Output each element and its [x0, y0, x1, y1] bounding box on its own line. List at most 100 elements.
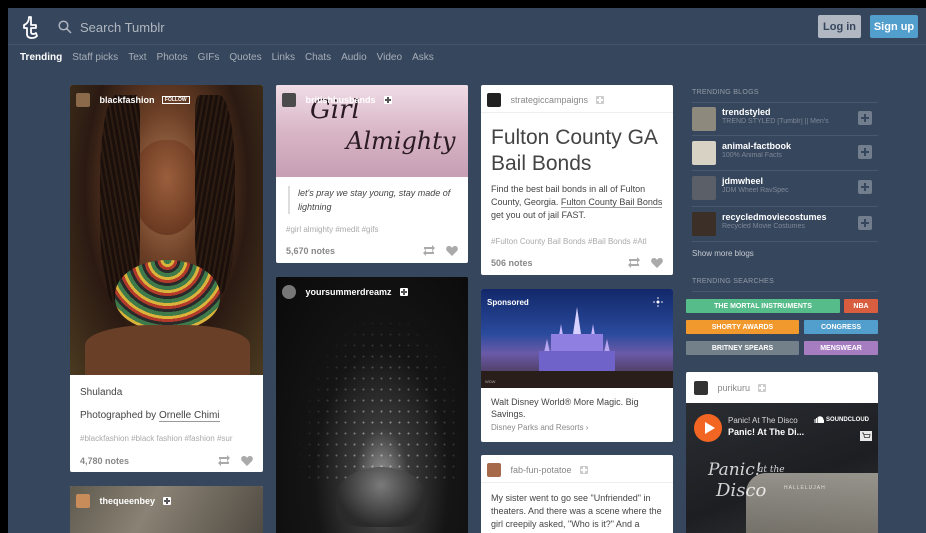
- portrait-hair-right: [195, 95, 235, 295]
- login-button[interactable]: Log in: [818, 15, 861, 38]
- blog-avatar[interactable]: [692, 176, 716, 200]
- search-chip-nba[interactable]: NBA: [844, 299, 878, 313]
- trending-blog-animal-factbook[interactable]: animal-factbook 100% Animal Facts: [692, 138, 878, 168]
- blog-title[interactable]: recycledmoviecostumes: [722, 212, 827, 222]
- post-gif[interactable]: [276, 277, 468, 533]
- reblog-icon[interactable]: [217, 455, 231, 466]
- track-title[interactable]: Panic! At The Di...: [728, 427, 804, 437]
- divider: [481, 112, 673, 113]
- follow-plus-icon[interactable]: [596, 95, 605, 104]
- blog-name[interactable]: blackfashion: [99, 95, 154, 105]
- search-input[interactable]: [80, 19, 340, 35]
- avatar[interactable]: [76, 493, 90, 508]
- tab-links[interactable]: Links: [272, 52, 295, 63]
- notes-count[interactable]: 5,670 notes: [286, 246, 422, 256]
- show-more-blogs-link[interactable]: Show more blogs: [692, 249, 754, 258]
- cart-icon[interactable]: [860, 431, 872, 441]
- heart-icon[interactable]: [651, 257, 663, 268]
- post-purikuru: purikuru Panic! at the Disco HALLELUJAH …: [686, 372, 878, 533]
- follow-blog-button[interactable]: [858, 180, 872, 194]
- follow-plus-icon[interactable]: [163, 496, 172, 505]
- credit-link[interactable]: Ornelle Chimi: [158, 410, 220, 422]
- divider: [692, 170, 878, 171]
- avatar[interactable]: [487, 462, 501, 477]
- play-button-icon[interactable]: [694, 414, 722, 442]
- post-footer: 5,670 notes: [286, 245, 458, 256]
- search-chip-britney-spears[interactable]: BRITNEY SPEARS: [686, 341, 799, 355]
- blog-title[interactable]: trendstyled: [722, 107, 771, 117]
- sponsored-badge-icon[interactable]: [653, 297, 663, 307]
- trending-blog-recycledmoviecostumes[interactable]: recycledmoviecostumes Recycled Movie Cos…: [692, 209, 878, 239]
- blog-name[interactable]: fab-fun-potatoe: [510, 465, 571, 475]
- post-photo[interactable]: [70, 85, 263, 375]
- avatar[interactable]: [282, 284, 296, 299]
- search-bar[interactable]: [58, 17, 358, 37]
- search-chip-congress[interactable]: CONGRESS: [804, 320, 878, 334]
- follow-blog-button[interactable]: [858, 216, 872, 230]
- image-caption: WDW: [485, 379, 496, 384]
- blog-name[interactable]: britishhusbands: [305, 95, 375, 105]
- blog-name[interactable]: yoursummerdreamz: [305, 287, 391, 297]
- tab-text[interactable]: Text: [128, 52, 146, 63]
- blog-avatar[interactable]: [692, 141, 716, 165]
- tab-quotes[interactable]: Quotes: [229, 52, 261, 63]
- sponsored-source-link[interactable]: Disney Parks and Resorts ›: [491, 423, 588, 432]
- post-body: My sister went to go see "Unfriended" in…: [491, 493, 662, 529]
- tab-chats[interactable]: Chats: [305, 52, 331, 63]
- avatar[interactable]: [487, 92, 501, 107]
- avatar[interactable]: [694, 380, 708, 395]
- post-header: purikuru: [694, 379, 767, 397]
- trending-searches-heading: TRENDING SEARCHES: [692, 278, 775, 285]
- trending-blog-jdmwheel[interactable]: jdmwheel JDM Wheel RavSpec: [692, 173, 878, 203]
- blog-avatar[interactable]: [692, 107, 716, 131]
- album-script-3: Disco: [716, 480, 767, 501]
- divider: [481, 482, 673, 483]
- follow-plus-icon[interactable]: [579, 465, 588, 474]
- signup-button[interactable]: Sign up: [870, 15, 918, 38]
- avatar[interactable]: [282, 92, 296, 107]
- post-headline[interactable]: Fulton County GA Bail Bonds: [491, 125, 666, 177]
- tab-gifs[interactable]: GIFs: [198, 52, 220, 63]
- blog-name[interactable]: thequeenbey: [99, 496, 155, 506]
- follow-blog-button[interactable]: [858, 111, 872, 125]
- avatar[interactable]: [76, 92, 90, 107]
- blog-name[interactable]: purikuru: [717, 383, 750, 393]
- search-chip-menswear[interactable]: MENSWEAR: [804, 341, 878, 355]
- trending-blog-trendstyled[interactable]: trendstyled TREND STYLED [Tumblr] || Men…: [692, 104, 878, 134]
- post-tags[interactable]: #girl almighty #medit #gifs: [286, 225, 468, 234]
- sponsored-text[interactable]: Walt Disney World® More Magic. Big Savin…: [491, 396, 661, 420]
- soundcloud-badge[interactable]: SOUNDCLOUD: [812, 416, 869, 423]
- blog-name[interactable]: strategiccampaigns: [510, 95, 588, 105]
- heart-icon[interactable]: [446, 245, 458, 256]
- search-icon: [58, 20, 72, 34]
- gif-script-line2: Almighty: [346, 127, 456, 155]
- reblog-icon[interactable]: [422, 245, 436, 256]
- tumblr-logo-icon[interactable]: [20, 15, 42, 39]
- follow-plus-icon[interactable]: [383, 95, 392, 104]
- follow-blog-button[interactable]: [858, 145, 872, 159]
- tab-staff-picks[interactable]: Staff picks: [72, 52, 118, 63]
- tab-video[interactable]: Video: [377, 52, 402, 63]
- blog-title[interactable]: animal-factbook: [722, 141, 791, 151]
- follow-plus-icon[interactable]: [399, 287, 408, 296]
- notes-count[interactable]: 4,780 notes: [80, 456, 217, 466]
- tab-asks[interactable]: Asks: [412, 52, 434, 63]
- tab-audio[interactable]: Audio: [341, 52, 367, 63]
- follow-plus-icon[interactable]: [758, 383, 767, 392]
- heart-icon[interactable]: [241, 455, 253, 466]
- post-blackfashion: blackfashion FOLLOW Shulanda Photographe…: [70, 85, 263, 472]
- tab-photos[interactable]: Photos: [157, 52, 188, 63]
- post-yoursummerdreamz: yoursummerdreamz: [276, 277, 468, 533]
- search-chip-mortal-instruments[interactable]: THE MORTAL INSTRUMENTS: [686, 299, 840, 313]
- reblog-icon[interactable]: [627, 257, 641, 268]
- blog-title[interactable]: jdmwheel: [722, 176, 763, 186]
- search-chip-shorty-awards[interactable]: SHORTY AWARDS: [686, 320, 799, 334]
- tab-trending[interactable]: Trending: [20, 52, 62, 63]
- follow-button[interactable]: FOLLOW: [161, 95, 190, 104]
- notes-count[interactable]: 506 notes: [491, 258, 627, 268]
- blog-avatar[interactable]: [692, 212, 716, 236]
- blog-description: Recycled Movie Costumes: [722, 223, 805, 230]
- post-tags[interactable]: #Fulton County Bail Bonds #Bail Bonds #A…: [491, 237, 673, 246]
- post-tags[interactable]: #blackfashion #black fashion #fashion #s…: [80, 434, 263, 443]
- body-link[interactable]: Fulton County Bail Bonds: [560, 197, 663, 208]
